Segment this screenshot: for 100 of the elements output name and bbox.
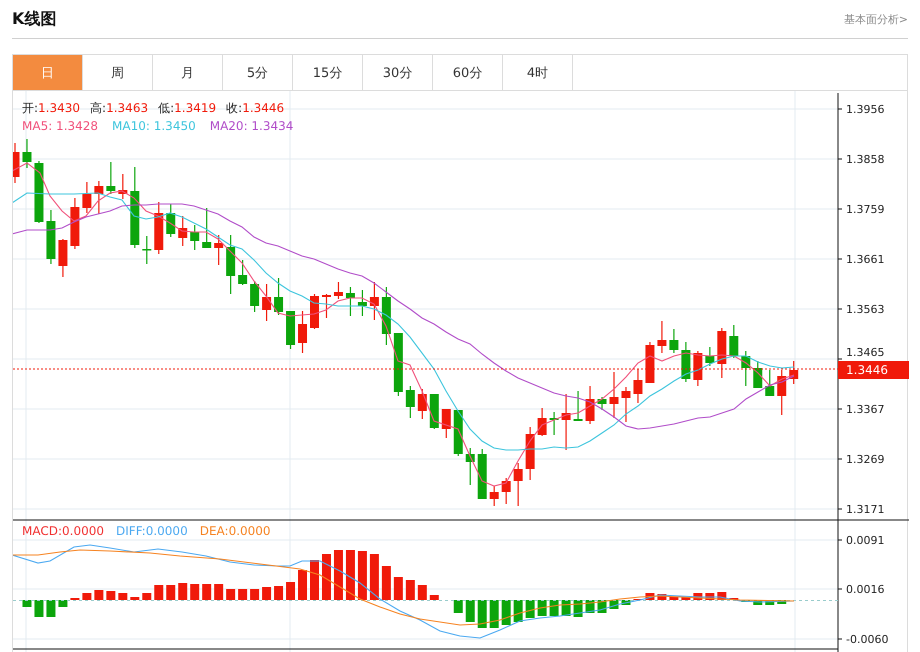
candlestick	[645, 342, 654, 383]
candlestick	[526, 427, 535, 480]
price-axis-label: 1.3269	[846, 453, 884, 466]
candlestick	[298, 311, 308, 353]
histogram-bar	[190, 584, 200, 600]
current-price-label: 1.3446	[846, 363, 888, 377]
candlestick	[514, 463, 523, 506]
candlestick	[106, 162, 116, 194]
price-axis-label: 1.3858	[846, 153, 884, 166]
candlestick	[274, 278, 284, 315]
histogram-bar	[466, 600, 475, 622]
histogram-bar	[154, 585, 164, 600]
candlestick	[478, 449, 487, 499]
candlestick	[562, 394, 571, 450]
histogram-bar	[166, 585, 176, 600]
candlestick	[154, 202, 164, 254]
histogram-bar	[310, 560, 319, 600]
candlestick	[226, 235, 236, 294]
candlestick	[442, 409, 451, 438]
candlestick	[406, 386, 415, 418]
histogram-bar	[34, 600, 44, 617]
histogram-bar	[286, 582, 296, 600]
histogram-bar	[526, 600, 535, 618]
histogram-bar	[238, 589, 248, 600]
histogram-bar	[550, 600, 559, 616]
histogram-bar	[753, 600, 762, 605]
histogram-bar	[346, 550, 355, 600]
price-axis-label: 1.3661	[846, 253, 884, 266]
histogram-bar	[298, 570, 308, 600]
candlestick	[610, 372, 618, 418]
histogram-bar	[262, 587, 272, 600]
candlestick	[430, 394, 439, 429]
candlestick	[586, 386, 595, 424]
price-axis-label: 1.3759	[846, 203, 884, 216]
candlestick	[262, 284, 272, 321]
histogram-bar	[514, 600, 523, 622]
histogram-bar	[118, 593, 128, 600]
candlestick	[765, 370, 774, 396]
histogram-bar	[322, 554, 331, 600]
candlestick	[370, 282, 379, 320]
candlestick	[693, 351, 702, 386]
candlestick	[490, 486, 499, 506]
candlestick	[190, 225, 200, 250]
histogram-bar	[538, 600, 547, 616]
candlestick	[598, 397, 607, 410]
histogram-bar	[130, 597, 140, 600]
candlestick	[166, 204, 176, 237]
candlestick	[681, 342, 690, 382]
histogram-bar	[430, 595, 439, 600]
candlestick	[657, 321, 666, 353]
histogram-bar	[22, 600, 32, 607]
candlestick	[70, 198, 80, 249]
macd-axis-label: -0.0060	[846, 633, 888, 646]
price-axis-label: 1.3563	[846, 303, 884, 316]
candlestick	[382, 287, 391, 345]
price-axis-label: 1.3956	[846, 103, 884, 116]
fundamental-analysis-link[interactable]: 基本面分析>	[844, 12, 908, 26]
candlestick	[502, 478, 511, 504]
macd-axis-label: 0.0016	[846, 583, 884, 596]
histogram-bar	[178, 583, 188, 600]
candlestick	[13, 143, 20, 183]
candlestick	[394, 333, 403, 396]
candlestick	[58, 239, 68, 277]
candlestick	[705, 347, 714, 366]
candlestick	[334, 282, 343, 299]
price-axis-label: 1.3171	[846, 503, 884, 516]
moving-average-legend: MA5: 1.3428 MA10: 1.3450 MA20: 1.3434	[22, 119, 294, 133]
histogram-bar	[454, 600, 463, 613]
histogram-bar	[142, 593, 152, 600]
candlestick	[82, 182, 92, 213]
candlestick	[789, 361, 798, 384]
histogram-bar	[358, 551, 367, 600]
candlestick	[621, 387, 630, 422]
candlestick	[717, 328, 726, 378]
candlestick	[418, 389, 427, 419]
candlestick	[214, 235, 224, 265]
candlestick	[550, 412, 559, 435]
candlestick	[94, 181, 104, 214]
histogram-bar	[370, 554, 379, 600]
candlestick	[669, 329, 678, 353]
candlestick	[574, 391, 583, 421]
histogram-bar	[274, 586, 284, 600]
macd-legend: MACD:0.0000 DIFF:0.0000 DEA:0.0000	[22, 524, 271, 538]
histogram-bar	[226, 589, 236, 600]
candlestick	[633, 369, 642, 403]
candlestick	[34, 161, 44, 223]
candlestick	[238, 260, 248, 285]
histogram-bar	[382, 566, 391, 600]
histogram-bar	[669, 597, 678, 600]
candlestick	[538, 408, 547, 436]
candlestick	[142, 236, 152, 264]
histogram-bar	[46, 600, 56, 617]
candlestick	[178, 216, 188, 246]
histogram-bar	[202, 584, 212, 600]
candlestick	[46, 210, 56, 264]
histogram-bar	[490, 600, 499, 628]
histogram-bar	[82, 593, 92, 600]
candlestick	[322, 294, 331, 318]
candlestick	[741, 351, 750, 386]
candlestick	[466, 448, 475, 485]
